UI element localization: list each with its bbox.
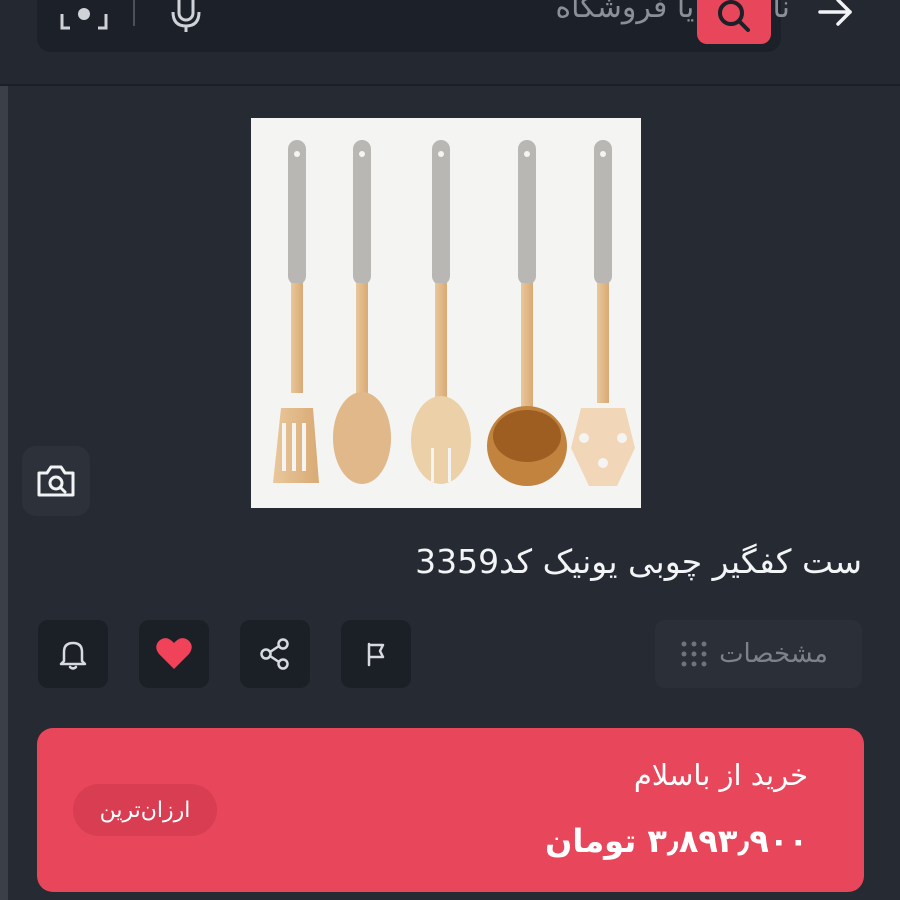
notify-button[interactable] [38,620,108,688]
buy-title: خرید از باسلام [633,758,808,792]
top-bar: نام کالا یا فروشگاه [0,0,900,86]
favorite-button[interactable] [139,620,209,688]
report-button[interactable] [341,620,411,688]
search-icon [718,0,750,32]
heart-icon [156,638,192,669]
wooden-utensils-image [273,140,635,486]
camera-scan-icon [60,8,108,30]
camera-search-icon [37,465,75,497]
buy-card[interactable]: خرید از باسلام ۳٫۸۹۳٫۹۰۰ تومان ارزان‌تری… [37,728,864,892]
product-title: ست کفگیر چوبی یونیک کد3359 [415,542,862,581]
share-icon [260,638,289,670]
microphone-icon [171,0,201,32]
product-image[interactable] [251,118,641,508]
bell-icon [59,641,87,670]
cheapest-badge: ارزان‌ترین [73,784,217,836]
specs-label: مشخصات [719,639,828,669]
share-button[interactable] [240,620,310,688]
arrow-right-icon [818,0,852,26]
buy-price: ۳٫۸۹۳٫۹۰۰ تومان [545,822,808,860]
image-search-button[interactable] [22,446,90,516]
voice-search-button[interactable] [164,0,208,36]
flag-icon [367,642,385,667]
specs-button[interactable]: مشخصات [655,620,862,688]
grid-dots-icon [681,641,707,667]
search-button[interactable] [697,0,771,44]
search-divider [133,0,135,26]
scroll-edge [0,86,8,900]
back-button[interactable] [806,0,866,30]
camera-scan-button[interactable] [56,0,112,36]
